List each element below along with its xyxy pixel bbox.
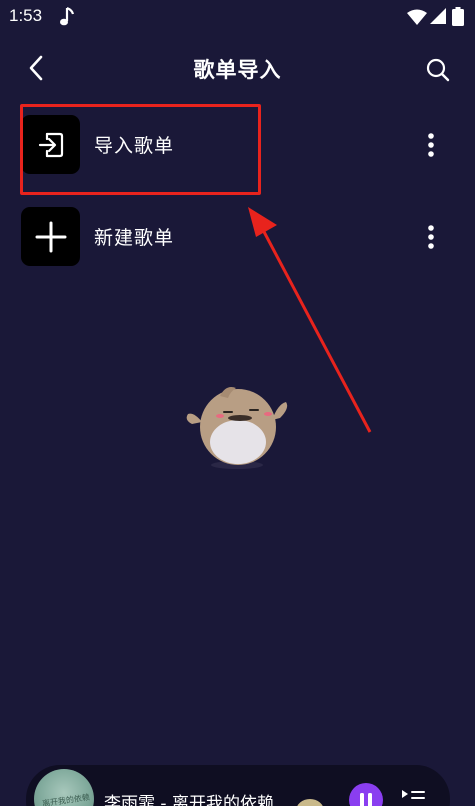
header: 歌单导入: [0, 40, 475, 96]
playlist-icon[interactable]: [400, 785, 428, 806]
search-button[interactable]: [420, 52, 456, 88]
mini-player[interactable]: 离开我的依赖 李雨霏 - 离开我的依赖: [26, 765, 450, 806]
cover-text: 离开我的依赖: [41, 792, 91, 806]
page-title: 歌单导入: [193, 58, 282, 82]
list-item-new-playlist[interactable]: 新建歌单: [0, 207, 475, 277]
status-time: 1:53: [9, 6, 43, 25]
battery-icon: [452, 7, 464, 26]
plus-icon: [35, 221, 66, 252]
mascot-icon: [297, 799, 323, 806]
more-vertical-icon: [428, 225, 434, 249]
pause-icon: [360, 793, 372, 806]
more-options-button[interactable]: [416, 125, 446, 165]
song-title: 李雨霏 - 离开我的依赖: [104, 794, 274, 806]
more-options-button[interactable]: [416, 217, 446, 257]
music-note-icon: [60, 6, 75, 26]
list-item-import-playlist[interactable]: 导入歌单: [0, 115, 475, 185]
signal-icon: [430, 8, 446, 24]
mascot-illustration: [186, 387, 288, 469]
album-cover[interactable]: 离开我的依赖: [34, 769, 94, 806]
wifi-icon: [407, 9, 427, 25]
pause-button[interactable]: [349, 783, 383, 806]
status-bar: 1:53: [0, 0, 475, 34]
search-icon: [426, 58, 450, 82]
list-item-label: 导入歌单: [94, 135, 175, 157]
list-item-label: 新建歌单: [94, 227, 175, 249]
list-item-icon-tile: [21, 207, 80, 266]
list-item-icon-tile: [21, 115, 80, 174]
more-vertical-icon: [428, 133, 434, 157]
import-icon: [38, 132, 63, 157]
